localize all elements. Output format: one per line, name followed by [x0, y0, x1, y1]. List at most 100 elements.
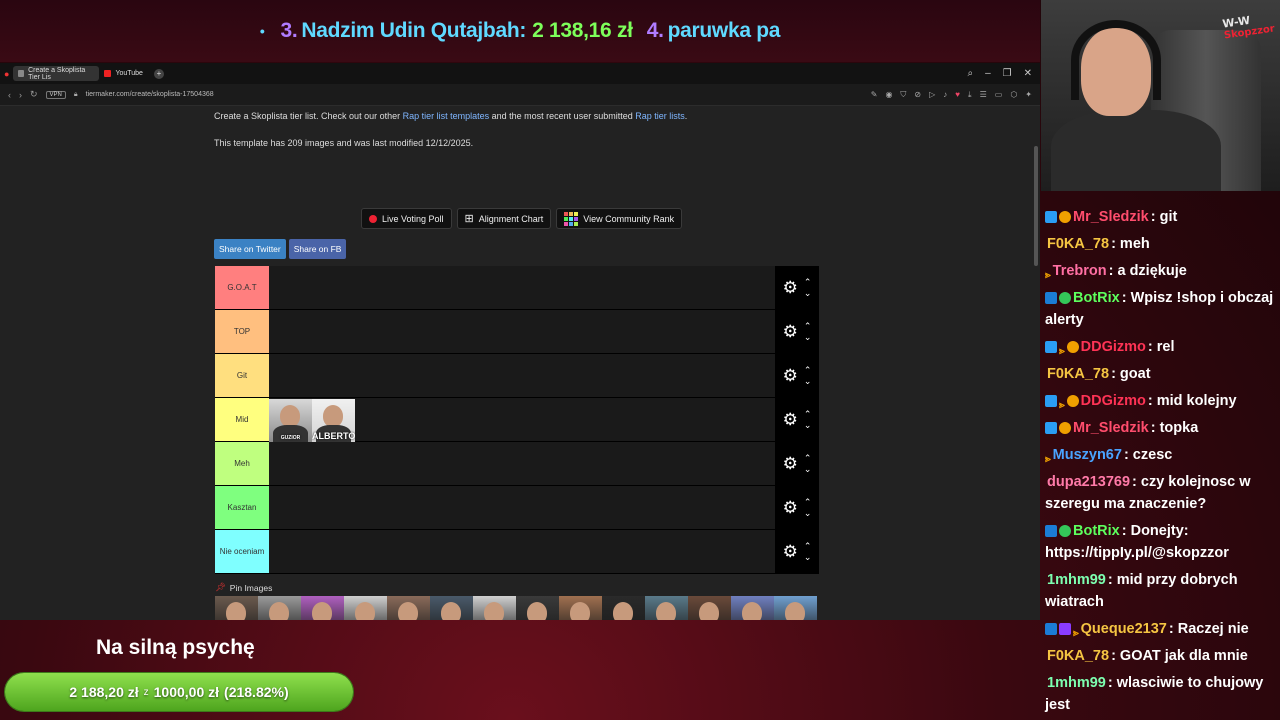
aria-icon[interactable]: ⬡: [1010, 90, 1017, 100]
share-fb-button[interactable]: Share on FB: [288, 239, 347, 259]
tier-item-avatar[interactable]: GUZIOR: [269, 399, 312, 442]
tier-label[interactable]: Kasztan: [215, 486, 269, 529]
tier-label[interactable]: Git: [215, 354, 269, 397]
chat-username[interactable]: Mr_Sledzik: [1073, 209, 1149, 225]
gear-icon[interactable]: ⚙: [783, 366, 798, 386]
gear-icon[interactable]: ⚙: [783, 410, 798, 430]
close-icon[interactable]: ✕: [1024, 68, 1032, 79]
heart-icon[interactable]: ♥: [955, 90, 960, 100]
chevron-down-icon[interactable]: ⌄: [804, 552, 812, 563]
pool-avatar[interactable]: ASSTER: [387, 596, 430, 620]
ai-icon[interactable]: ✦: [1025, 90, 1032, 100]
tier-label[interactable]: TOP: [215, 310, 269, 353]
pool-avatar[interactable]: BETEO: [344, 596, 387, 620]
chevron-down-icon[interactable]: ⌄: [804, 376, 812, 387]
gear-icon[interactable]: ⚙: [783, 278, 798, 298]
tab-tiermaker[interactable]: Create a Skoplista Tier Lis: [13, 66, 100, 81]
chat-username[interactable]: 1mhm99: [1047, 572, 1106, 588]
chat-username[interactable]: DDGizmo: [1081, 393, 1146, 409]
pool-avatar[interactable]: OPAL: [258, 596, 301, 620]
chat-username[interactable]: 1mhm99: [1047, 675, 1106, 691]
rap-templates-link[interactable]: Rap tier list templates: [403, 111, 490, 121]
tier-label[interactable]: G.O.A.T: [215, 266, 269, 309]
pool-avatar[interactable]: PENX: [688, 596, 731, 620]
tier-item-avatar[interactable]: ALBERTO: [312, 399, 355, 442]
pool-avatar[interactable]: MLODY: [645, 596, 688, 620]
pool-avatar[interactable]: BARY: [602, 596, 645, 620]
tier-items[interactable]: [269, 486, 775, 529]
tier-items[interactable]: [269, 310, 775, 353]
chevron-down-icon[interactable]: ⌄: [804, 464, 812, 475]
share-twitter-button[interactable]: Share on Twitter: [214, 239, 286, 259]
back-icon[interactable]: ‹: [8, 90, 11, 100]
pool-avatar[interactable]: KOSA: [473, 596, 516, 620]
menu-icon[interactable]: ☰: [980, 90, 987, 100]
forward-icon[interactable]: ›: [19, 90, 22, 100]
pool-avatar[interactable]: DonGURALesko: [215, 596, 258, 620]
gear-icon[interactable]: ⚙: [783, 498, 798, 518]
vpn-badge[interactable]: VPN: [45, 90, 66, 99]
camera-icon[interactable]: ◉: [885, 90, 892, 100]
page-scrollbar[interactable]: [1034, 146, 1038, 266]
chat-username[interactable]: dupa213769: [1047, 474, 1130, 490]
chevron-up-icon[interactable]: ⌃: [804, 453, 812, 464]
tier-label[interactable]: Meh: [215, 442, 269, 485]
opera-logo-icon[interactable]: ●: [4, 69, 9, 79]
alignment-chart-button[interactable]: ⊞ Alignment Chart: [456, 208, 552, 229]
chevron-down-icon[interactable]: ⌄: [804, 508, 812, 519]
pin-images-toggle[interactable]: 📌︎ Pin Images: [215, 582, 272, 593]
chat-username[interactable]: DDGizmo: [1081, 339, 1146, 355]
gear-icon[interactable]: ⚙: [783, 322, 798, 342]
chat-username[interactable]: Queque2137: [1081, 621, 1167, 637]
sidebar-icon[interactable]: ▭: [995, 90, 1003, 100]
chat-username[interactable]: F0KA_78: [1047, 366, 1109, 382]
chat-username[interactable]: Muszyn67: [1053, 447, 1122, 463]
search-tabs-icon[interactable]: ⌕: [967, 68, 973, 79]
chevron-down-icon[interactable]: ⌄: [804, 420, 812, 431]
chevron-up-icon[interactable]: ⌃: [804, 277, 812, 288]
shield-icon[interactable]: ⛉: [900, 90, 906, 100]
pool-avatar[interactable]: LENY DA FAM: [430, 596, 473, 620]
tier-items[interactable]: [269, 530, 775, 573]
tier-label[interactable]: Nie oceniam: [215, 530, 269, 573]
community-rank-button[interactable]: View Community Rank: [556, 208, 683, 229]
chat-username[interactable]: BotRix: [1073, 523, 1120, 539]
chat-username[interactable]: Trebron: [1053, 263, 1107, 279]
chevron-up-icon[interactable]: ⌃: [804, 409, 812, 420]
chevron-up-icon[interactable]: ⌃: [804, 321, 812, 332]
chevron-down-icon[interactable]: ⌄: [804, 288, 812, 299]
pool-avatar[interactable]: BSK: [774, 596, 817, 620]
player-icon[interactable]: ▷: [929, 90, 935, 100]
adblock-icon[interactable]: ⊘: [914, 90, 921, 100]
pool-avatar[interactable]: INEE: [301, 596, 344, 620]
tier-items[interactable]: GUZIOR ALBERTO: [269, 398, 775, 442]
chevron-up-icon[interactable]: ⌃: [804, 497, 812, 508]
chevron-up-icon[interactable]: ⌃: [804, 541, 812, 552]
download-icon[interactable]: ⤓: [968, 90, 972, 100]
live-voting-poll-button[interactable]: Live Voting Poll: [361, 208, 452, 229]
reload-icon[interactable]: ↻: [30, 89, 38, 100]
music-icon[interactable]: ♪: [943, 90, 947, 100]
restore-icon[interactable]: ❐: [1003, 68, 1012, 79]
chat-username[interactable]: BotRix: [1073, 290, 1120, 306]
chat-username[interactable]: Mr_Sledzik: [1073, 420, 1149, 436]
tier-items[interactable]: [269, 354, 775, 397]
tab-youtube[interactable]: YouTube: [99, 66, 148, 81]
chevron-down-icon[interactable]: ⌄: [804, 332, 812, 343]
url-field[interactable]: tiermaker.com/create/skoplista-17504368: [86, 91, 214, 98]
chevron-up-icon[interactable]: ⌃: [804, 365, 812, 376]
tier-items[interactable]: [269, 442, 775, 485]
tier-label[interactable]: Mid: [215, 398, 269, 441]
gear-icon[interactable]: ⚙: [783, 454, 798, 474]
new-tab-button[interactable]: +: [153, 68, 164, 79]
pool-avatar[interactable]: SVMIR: [731, 596, 774, 620]
gear-icon[interactable]: ⚙: [783, 542, 798, 562]
pool-avatar[interactable]: BARDAL: [516, 596, 559, 620]
rap-tier-lists-link[interactable]: Rap tier lists: [635, 111, 685, 121]
minimize-icon[interactable]: –: [985, 68, 991, 79]
chat-username[interactable]: F0KA_78: [1047, 648, 1109, 664]
pool-avatar[interactable]: SZCZYL: [559, 596, 602, 620]
edit-icon[interactable]: ✎: [871, 90, 878, 100]
tier-items[interactable]: [269, 266, 775, 309]
chat-username[interactable]: F0KA_78: [1047, 236, 1109, 252]
